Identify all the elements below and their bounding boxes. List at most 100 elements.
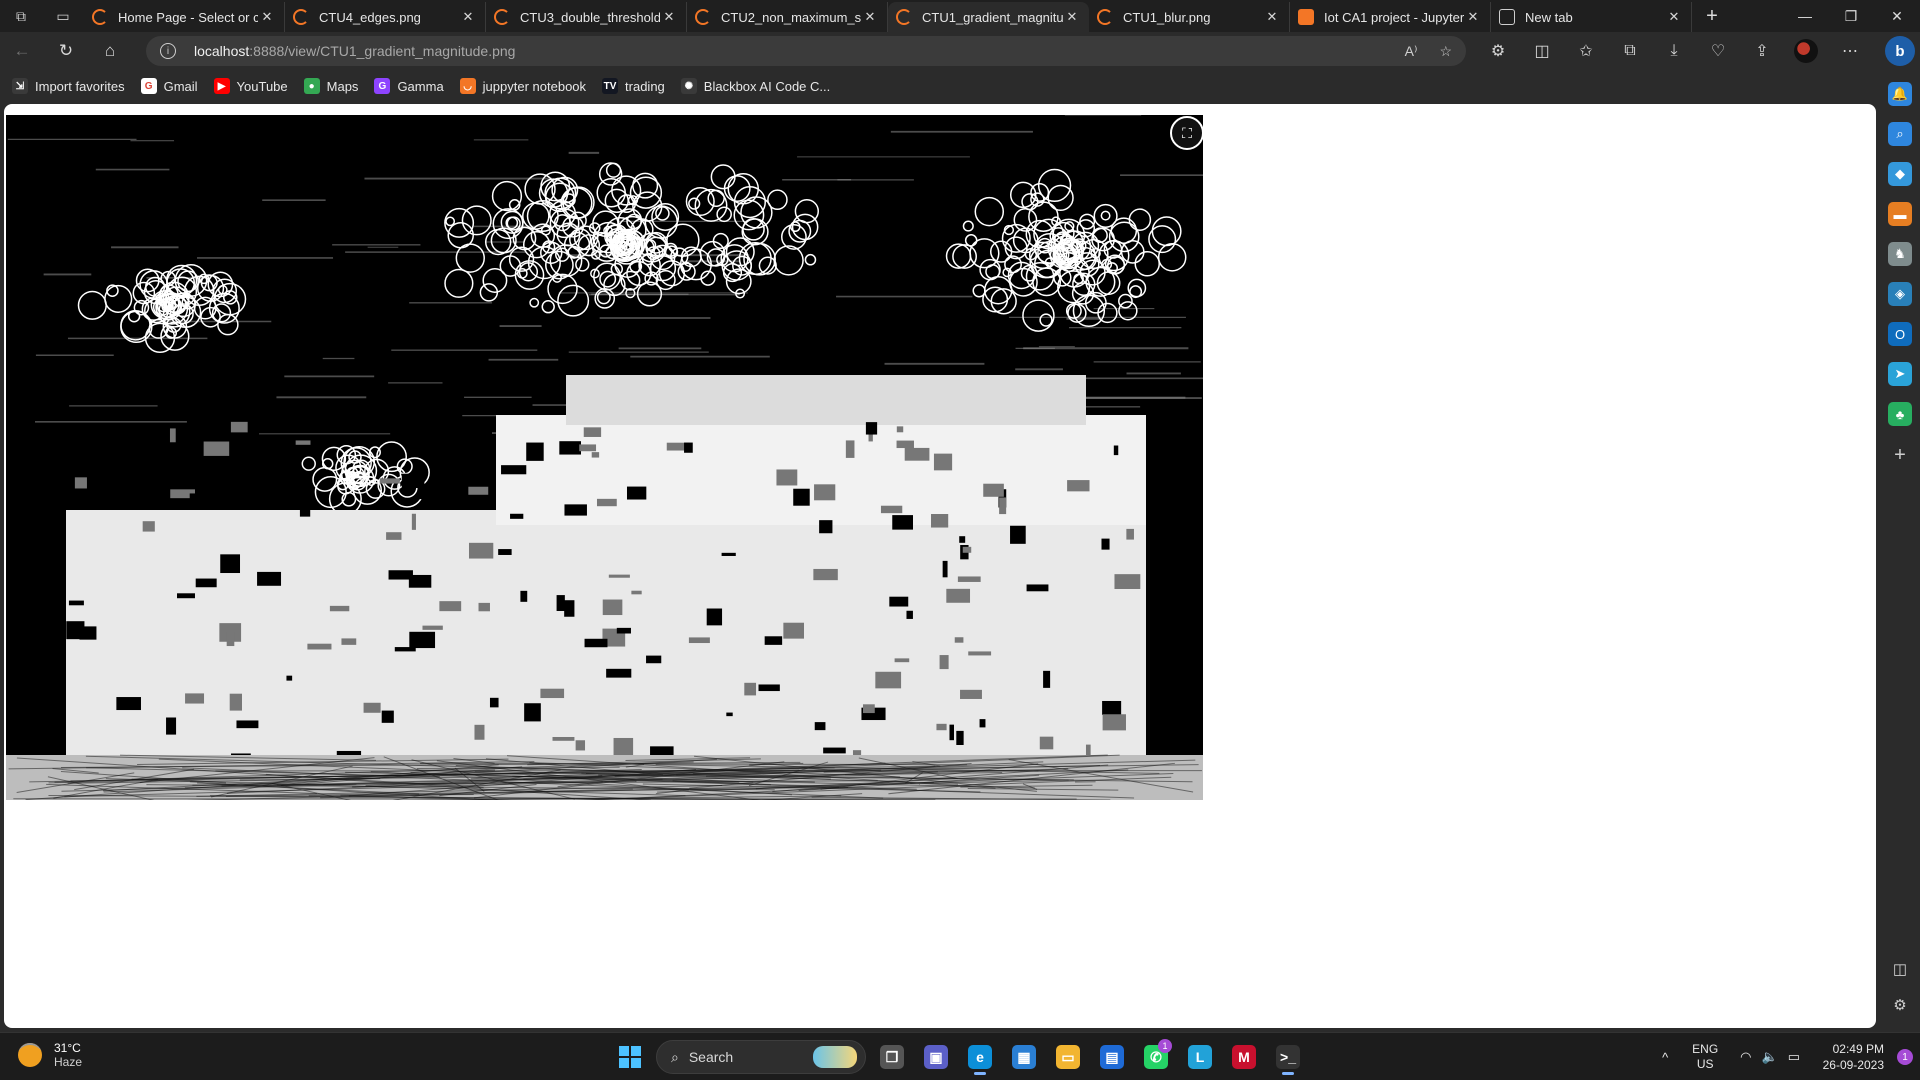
edge-sidebar: b 🔔 ⌕ ◆ ▬ ♞ ◈ O ➤ ♣ + ◫ ⚙ (1880, 32, 1920, 1028)
tab-close-icon[interactable]: ✕ (1063, 9, 1081, 25)
navigation-toolbar: ← ↻ ⌂ i localhost:8888/view/CTU1_gradien… (0, 32, 1880, 70)
favorite-blackbox-ai-code-c[interactable]: ✺ Blackbox AI Code C... (680, 78, 831, 94)
favorites-icon[interactable]: ✩ (1564, 41, 1608, 61)
tab-7[interactable]: Iot CA1 project - Jupyter N ✕ (1290, 2, 1491, 32)
workspaces-icon[interactable]: ⧉ (0, 0, 42, 32)
input-language[interactable]: ENG US (1680, 1042, 1730, 1072)
show-hidden-icons-chevron-icon[interactable]: ^ (1650, 1050, 1680, 1065)
new-tab-button[interactable]: + (1692, 5, 1732, 28)
notification-bell-icon[interactable]: 🔔 (1888, 82, 1912, 106)
tab-1[interactable]: Home Page - Select or cre ✕ (84, 2, 285, 32)
more-menu-icon[interactable]: ⋯ (1828, 41, 1872, 61)
taskbar-search[interactable]: ⌕ Search (656, 1040, 866, 1074)
tree-icon[interactable]: ♣ (1888, 402, 1912, 426)
notification-count-badge: 1 (1897, 1049, 1913, 1065)
site-info-icon[interactable]: i (160, 43, 176, 59)
clock[interactable]: 02:49 PM 26-09-2023 (1810, 1041, 1890, 1073)
gradient-magnitude-image (6, 115, 1203, 800)
favorite-label: Import favorites (35, 78, 125, 94)
battery-icon: ▭ (1787, 1049, 1800, 1064)
notebook-favicon-icon (1298, 9, 1314, 25)
performance-icon[interactable]: ♡ (1696, 41, 1740, 61)
refresh-button[interactable]: ↻ (44, 32, 88, 70)
taskbar-app-word-like-app[interactable]: ▤ (1094, 1039, 1130, 1075)
taskbar-app-task-view[interactable]: ❐ (874, 1039, 910, 1075)
search-highlight-art (813, 1046, 857, 1068)
taskbar-app-mcafee[interactable]: M (1226, 1039, 1262, 1075)
tab-close-icon[interactable]: ✕ (258, 9, 276, 25)
tab-title: CTU4_edges.png (319, 9, 421, 25)
volume-icon: 🔈 (1761, 1049, 1778, 1064)
taskbar-app-l-app[interactable]: L (1182, 1039, 1218, 1075)
tab-close-icon[interactable]: ✕ (861, 9, 879, 25)
tab-close-icon[interactable]: ✕ (1464, 9, 1482, 25)
browser-window: ⧉ ▭ Home Page - Select or cre ✕ CTU4_edges… (0, 0, 1920, 1080)
tab-3[interactable]: CTU3_double_threshold.p ✕ (486, 2, 687, 32)
copilot-app-icon[interactable]: ◈ (1888, 282, 1912, 306)
add-sidebar-app-icon[interactable]: + (1894, 444, 1906, 467)
taskbar-app-terminal[interactable]: >_ (1270, 1039, 1306, 1075)
search-icon[interactable]: ⌕ (1888, 122, 1912, 146)
toolbox-icon[interactable]: ▬ (1888, 202, 1912, 226)
games-icon[interactable]: ♞ (1888, 242, 1912, 266)
weather-widget[interactable]: 31°C Haze (18, 1041, 82, 1069)
profile-avatar[interactable] (1794, 39, 1818, 63)
favorite-gamma[interactable]: G Gamma (374, 78, 444, 94)
sidebar-settings-icon[interactable]: ⚙ (1893, 996, 1906, 1014)
collections-icon[interactable]: ⧉ (1608, 42, 1652, 60)
taskbar-app-file-explorer[interactable]: ▭ (1050, 1039, 1086, 1075)
tab-close-icon[interactable]: ✕ (1263, 9, 1281, 25)
tab-4[interactable]: CTU2_non_maximum_sup ✕ (687, 2, 888, 32)
downloads-icon[interactable]: ⤓ (1652, 42, 1696, 60)
tab-2[interactable]: CTU4_edges.png ✕ (285, 2, 486, 32)
tab-6[interactable]: CTU1_blur.png ✕ (1089, 2, 1290, 32)
home-button[interactable]: ⌂ (88, 32, 132, 70)
taskbar-app-teams-chat[interactable]: ▣ (918, 1039, 954, 1075)
outlook-icon[interactable]: O (1888, 322, 1912, 346)
jupyter-icon: ◡ (459, 78, 476, 94)
start-button[interactable] (612, 1039, 648, 1075)
favorite-juppyter-notebook[interactable]: ◡ juppyter notebook (459, 78, 586, 94)
taskbar-app-edge[interactable]: e (962, 1039, 998, 1075)
taskbar-center: ⌕ Search ❐ ▣ e ▦ ▭ ▤ ✆ 1 L M >_ (612, 1039, 1306, 1075)
split-screen-icon[interactable]: ◫ (1520, 41, 1564, 61)
favorite-gmail[interactable]: G Gmail (140, 78, 198, 94)
sidebar-split-icon[interactable]: ◫ (1893, 960, 1907, 978)
back-button[interactable]: ← (0, 32, 44, 70)
shopping-tag-icon[interactable]: ◆ (1888, 162, 1912, 186)
notification-center-button[interactable]: 1 (1890, 1033, 1920, 1080)
tab-close-icon[interactable]: ✕ (1665, 9, 1683, 25)
favorite-import-favorites[interactable]: ⇲ Import favorites (12, 78, 125, 94)
favorite-label: Gamma (397, 78, 444, 94)
gamma-icon: G (374, 78, 391, 94)
restore-button[interactable]: ❐ (1828, 0, 1874, 32)
favorite-star-icon[interactable]: ☆ (1439, 43, 1452, 60)
window-controls: — ❐ ✕ (1782, 0, 1920, 32)
app-badge: 1 (1158, 1039, 1172, 1053)
tab-close-icon[interactable]: ✕ (660, 9, 678, 25)
close-window-button[interactable]: ✕ (1874, 0, 1920, 32)
favorite-maps[interactable]: ● Maps (303, 78, 358, 94)
favorite-youtube[interactable]: ▶ YouTube (213, 78, 288, 94)
share-icon[interactable]: ⇪ (1740, 41, 1784, 61)
tab-close-icon[interactable]: ✕ (459, 9, 477, 25)
minimize-button[interactable]: — (1782, 0, 1828, 32)
extensions-icon[interactable]: ⚙ (1476, 41, 1520, 61)
tab-5[interactable]: CTU1_gradient_magnitude ✕ (888, 2, 1089, 32)
region-code: US (1696, 1057, 1714, 1071)
taskbar-app-whatsapp[interactable]: ✆ 1 (1138, 1039, 1174, 1075)
task-view-icon: ❐ (880, 1045, 904, 1069)
copilot-icon[interactable]: b (1885, 36, 1915, 66)
tab-8[interactable]: New tab ✕ (1491, 2, 1692, 32)
quick-settings[interactable]: ◠ 🔈 ▭ (1730, 1049, 1810, 1065)
maps-pin-icon: ● (303, 78, 320, 94)
taskbar-app-microsoft-store[interactable]: ▦ (1006, 1039, 1042, 1075)
sidebar-app-list: 🔔 ⌕ ◆ ▬ ♞ ◈ O ➤ ♣ (1888, 66, 1912, 426)
address-bar[interactable]: i localhost:8888/view/CTU1_gradient_magn… (146, 36, 1466, 66)
favorite-trading[interactable]: TV trading (602, 78, 665, 94)
telegram-icon[interactable]: ➤ (1888, 362, 1912, 386)
tab-actions-icon[interactable]: ▭ (42, 0, 84, 32)
favorite-label: Blackbox AI Code C... (703, 78, 831, 94)
image-fullscreen-button[interactable]: ⛶ (1170, 116, 1204, 150)
read-aloud-icon[interactable]: A⁾ (1405, 43, 1418, 60)
